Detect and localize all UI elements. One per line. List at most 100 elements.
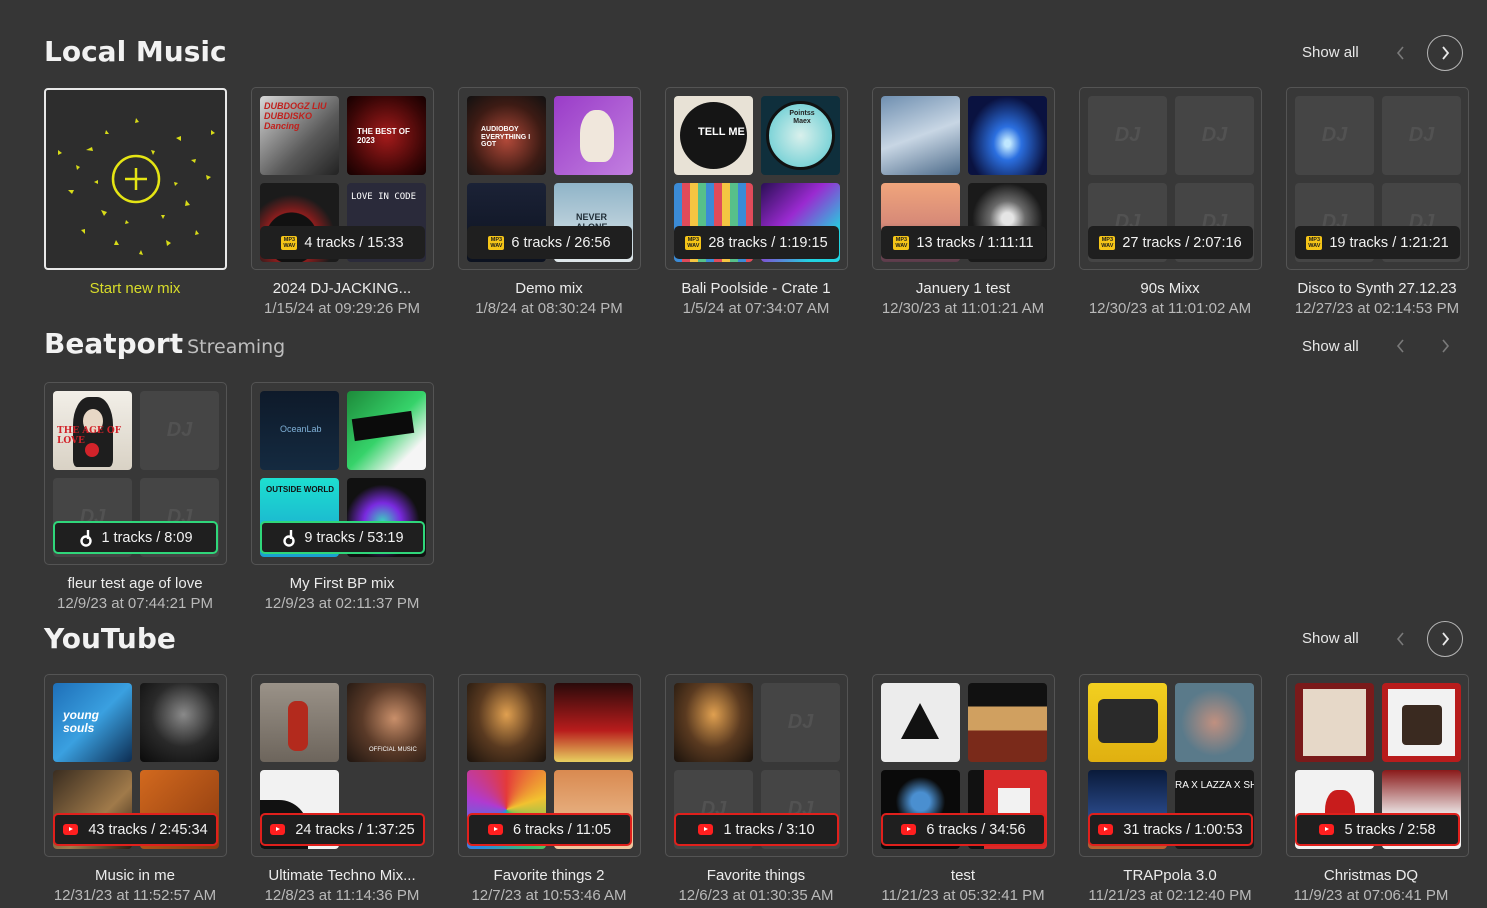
mp3-wav-icon: MP3 WAV <box>488 235 505 250</box>
mix-date: 11/21/23 at 02:12:40 PM <box>1088 887 1252 904</box>
mix-title: 90s Mixx <box>1140 280 1200 297</box>
mix-date: 12/7/23 at 10:53:46 AM <box>471 887 627 904</box>
mix-date: 12/9/23 at 02:11:37 PM <box>264 595 420 612</box>
mix-date: 11/21/23 at 05:32:41 PM <box>881 887 1045 904</box>
album-art <box>347 391 426 470</box>
album-art <box>1175 683 1254 762</box>
mix-date: 12/30/23 at 11:01:02 AM <box>1088 300 1252 317</box>
album-art: OFFICIAL MUSIC <box>347 683 426 762</box>
mix-card[interactable]: MP3 WAV 13 tracks / 1:11:11 <box>872 87 1055 270</box>
mix-title: Music in me <box>94 867 176 884</box>
mix-card[interactable]: DJ DJ DJ DJ MP3 WAV 27 tracks / 2:07:16 <box>1079 87 1262 270</box>
album-art <box>968 683 1047 762</box>
track-count-badge: 31 tracks / 1:00:53 <box>1088 813 1253 846</box>
youtube-title: YouTube <box>44 622 176 655</box>
youtube-icon <box>270 824 286 835</box>
mix-title: test <box>950 867 976 884</box>
beatport-icon <box>281 529 297 547</box>
track-count-badge: 6 tracks / 34:56 <box>881 813 1046 846</box>
mix-card[interactable]: THE AGE OF LOVE DJ DJ DJ 1 tracks / 8:09 <box>44 382 227 565</box>
track-count-badge: 9 tracks / 53:19 <box>260 521 425 554</box>
track-count-badge: 5 tracks / 2:58 <box>1295 813 1460 846</box>
mp3-wav-icon: MP3 WAV <box>281 235 298 250</box>
mix-card[interactable]: 5 tracks / 2:58 <box>1286 674 1469 857</box>
youtube-prev-arrow-icon[interactable] <box>1383 621 1419 657</box>
album-art <box>881 683 960 762</box>
placeholder-art-icon: DJ <box>1382 96 1461 175</box>
mix-date: 12/9/23 at 07:44:21 PM <box>57 595 213 612</box>
beatport-show-all-link[interactable]: Show all <box>1302 338 1359 355</box>
mix-date: 12/31/23 at 11:52:57 AM <box>53 887 217 904</box>
mix-card[interactable]: DJ DJ DJ DJ MP3 WAV 19 tracks / 1:21:21 <box>1286 87 1469 270</box>
beatport-title: Beatport Streaming <box>44 327 286 360</box>
mix-card[interactable]: DJ DJ DJ 1 tracks / 3:10 <box>665 674 848 857</box>
placeholder-art-icon: DJ <box>761 683 840 762</box>
track-count-badge: MP3 WAV 6 tracks / 26:56 <box>467 226 632 259</box>
mix-card[interactable]: AUDIOBOY EVERYTHING I GOT NEVER ALONE MP… <box>458 87 641 270</box>
mix-card[interactable]: TELL ME Pointss Maex MP3 WAV 28 tracks / … <box>665 87 848 270</box>
mix-title: Januery 1 test <box>915 280 1011 297</box>
mix-card[interactable]: 6 tracks / 11:05 <box>458 674 641 857</box>
track-count-badge: 1 tracks / 8:09 <box>53 521 218 554</box>
track-count-badge: MP3 WAV 27 tracks / 2:07:16 <box>1088 226 1253 259</box>
youtube-icon <box>1319 824 1335 835</box>
mix-title: Bali Poolside - Crate 1 <box>681 280 831 297</box>
mix-date: 1/15/24 at 09:29:26 PM <box>264 300 420 317</box>
local-prev-arrow-icon[interactable] <box>1383 35 1419 71</box>
album-art: THE BEST OF 2023 <box>347 96 426 175</box>
placeholder-art-icon: DJ <box>1175 96 1254 175</box>
track-count-badge: 43 tracks / 2:45:34 <box>53 813 218 846</box>
mix-title: Christmas DQ <box>1323 867 1419 884</box>
album-art <box>674 683 753 762</box>
local-music-section: Local Music Show all Start new mix DUBDO… <box>0 0 1487 325</box>
mix-card[interactable]: 6 tracks / 34:56 <box>872 674 1055 857</box>
mix-date: 12/8/23 at 11:14:36 PM <box>264 887 420 904</box>
mix-date: 11/9/23 at 07:06:41 PM <box>1293 887 1449 904</box>
album-art <box>554 683 633 762</box>
track-count-badge: 1 tracks / 3:10 <box>674 813 839 846</box>
mix-title: Favorite things <box>706 867 806 884</box>
mix-card[interactable]: DUBDOGZ LIU DUBDISKO Dancing THE BEST OF… <box>251 87 434 270</box>
youtube-icon <box>698 824 714 835</box>
youtube-icon <box>487 824 503 835</box>
track-count-badge: MP3 WAV 19 tracks / 1:21:21 <box>1295 226 1460 259</box>
mp3-wav-icon: MP3 WAV <box>893 235 910 250</box>
mp3-wav-icon: MP3 WAV <box>1306 235 1323 250</box>
youtube-show-all-link[interactable]: Show all <box>1302 630 1359 647</box>
mix-card[interactable]: OceanLab OUTSIDE WORLD 9 tracks / 53:19 <box>251 382 434 565</box>
local-next-arrow-icon[interactable] <box>1427 35 1463 71</box>
start-new-mix-button[interactable] <box>44 88 227 270</box>
beatport-prev-arrow-icon[interactable] <box>1383 328 1419 364</box>
mix-card[interactable]: RA X LAZZA X SH 31 tracks / 1:00:53 <box>1079 674 1262 857</box>
mix-date: 12/27/23 at 02:14:53 PM <box>1294 300 1460 317</box>
album-art <box>1088 683 1167 762</box>
youtube-next-arrow-icon[interactable] <box>1427 621 1463 657</box>
beatport-next-arrow-icon[interactable] <box>1427 328 1463 364</box>
album-art <box>968 96 1047 175</box>
youtube-icon <box>1098 824 1114 835</box>
album-art: young souls <box>53 683 132 762</box>
album-art: TELL ME <box>674 96 753 175</box>
local-show-all-link[interactable]: Show all <box>1302 44 1359 61</box>
mix-date: 1/8/24 at 08:30:24 PM <box>475 300 623 317</box>
album-art: DUBDOGZ LIU DUBDISKO Dancing <box>260 96 339 175</box>
album-art <box>1382 683 1461 762</box>
track-count-badge: MP3 WAV 4 tracks / 15:33 <box>260 226 425 259</box>
mix-title: Ultimate Techno Mix... <box>268 867 416 884</box>
beatport-icon <box>78 529 94 547</box>
mix-title: Favorite things 2 <box>493 867 605 884</box>
mix-card[interactable]: OFFICIAL MUSIC 24 tracks / 1:37:25 <box>251 674 434 857</box>
youtube-icon <box>63 824 79 835</box>
mix-title: Disco to Synth 27.12.23 <box>1297 280 1457 297</box>
mix-card[interactable]: young souls 43 tracks / 2:45:34 <box>44 674 227 857</box>
album-art <box>554 96 633 175</box>
mix-date: 12/6/23 at 01:30:35 AM <box>678 887 834 904</box>
album-art <box>1295 683 1374 762</box>
placeholder-art-icon: DJ <box>1088 96 1167 175</box>
mix-title: My First BP mix <box>289 575 395 592</box>
track-count-badge: 6 tracks / 11:05 <box>467 813 632 846</box>
beatport-section: Beatport Streaming Show all THE AGE OF LO… <box>0 325 1487 615</box>
mix-title: TRAPpola 3.0 <box>1123 867 1217 884</box>
start-new-mix-label[interactable]: Start new mix <box>20 280 250 297</box>
album-art <box>260 683 339 762</box>
